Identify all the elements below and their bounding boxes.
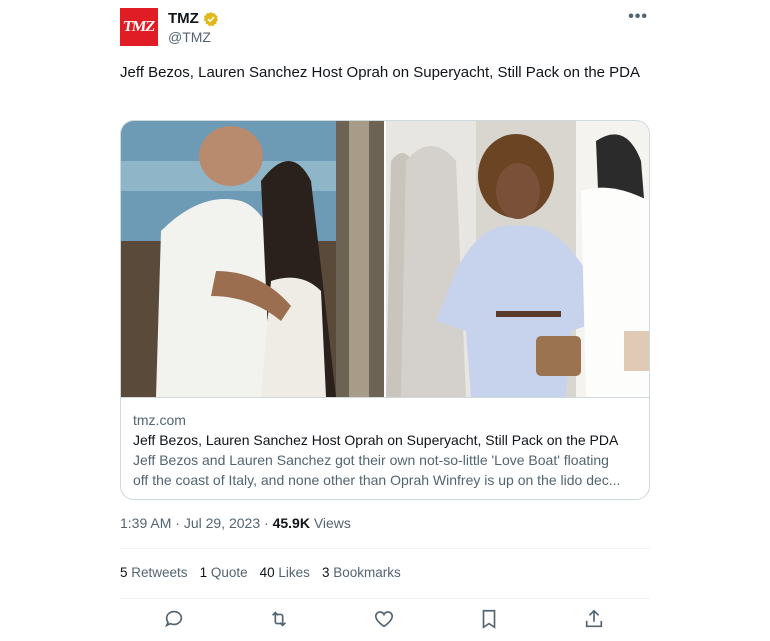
card-description-line-2: off the coast of Italy, and none other t… <box>133 472 621 488</box>
tweet-date[interactable]: Jul 29, 2023 <box>184 515 260 531</box>
tweet-text: Jeff Bezos, Lauren Sanchez Host Oprah on… <box>120 64 641 81</box>
retweets-stat[interactable]: 5 Retweets <box>120 565 188 580</box>
card-domain: tmz.com <box>133 412 186 428</box>
verified-badge-icon <box>203 11 218 26</box>
card-photo-left[interactable] <box>121 121 384 397</box>
meta-separator: · <box>260 515 273 531</box>
likes-label: Likes <box>278 565 310 580</box>
retweets-count: 5 <box>120 565 128 580</box>
like-icon[interactable] <box>373 608 395 630</box>
likes-count: 40 <box>259 565 275 580</box>
share-icon[interactable] <box>583 608 605 630</box>
divider <box>120 598 650 599</box>
author-name-row[interactable]: TMZ <box>168 10 219 27</box>
reply-icon[interactable] <box>163 608 185 630</box>
action-bar <box>120 608 650 636</box>
avatar[interactable]: TMZ <box>120 8 158 46</box>
card-info[interactable]: tmz.com Jeff Bezos, Lauren Sanchez Host … <box>121 397 649 490</box>
author-handle[interactable]: @TMZ <box>168 29 211 45</box>
more-icon[interactable]: ••• <box>628 8 648 26</box>
engagement-stats: 5 Retweets 1 Quote 40 Likes 3 Bookmarks <box>120 565 401 580</box>
divider <box>120 548 650 549</box>
author-name[interactable]: TMZ <box>168 10 199 27</box>
quotes-count: 1 <box>199 565 208 580</box>
avatar-logo: TMZ <box>122 18 156 35</box>
likes-stat[interactable]: 40 Likes <box>260 565 310 580</box>
quotes-label: Quote <box>210 565 248 580</box>
bookmarks-label: Bookmarks <box>333 565 401 580</box>
bookmarks-count: 3 <box>321 565 330 580</box>
link-card[interactable]: tmz.com Jeff Bezos, Lauren Sanchez Host … <box>120 120 650 500</box>
bookmark-icon[interactable] <box>478 608 500 630</box>
views-label: Views <box>309 515 351 531</box>
tweet-meta: 1:39 AM · Jul 29, 2023 · 45.9K Views <box>120 515 351 531</box>
card-photo-right[interactable] <box>386 121 649 397</box>
tweet-header: TMZ TMZ @TMZ ••• <box>120 8 650 48</box>
meta-separator: · <box>171 515 184 531</box>
bookmarks-stat[interactable]: 3 Bookmarks <box>322 565 401 580</box>
card-description-line-1: Jeff Bezos and Lauren Sanchez got their … <box>133 452 609 468</box>
card-title: Jeff Bezos, Lauren Sanchez Host Oprah on… <box>133 432 619 448</box>
quotes-stat[interactable]: 1 Quote <box>200 565 248 580</box>
views-count[interactable]: 45.9K <box>273 515 310 531</box>
retweets-label: Retweets <box>131 565 188 580</box>
retweet-icon[interactable] <box>268 608 290 630</box>
tweet-time[interactable]: 1:39 AM <box>120 515 171 531</box>
